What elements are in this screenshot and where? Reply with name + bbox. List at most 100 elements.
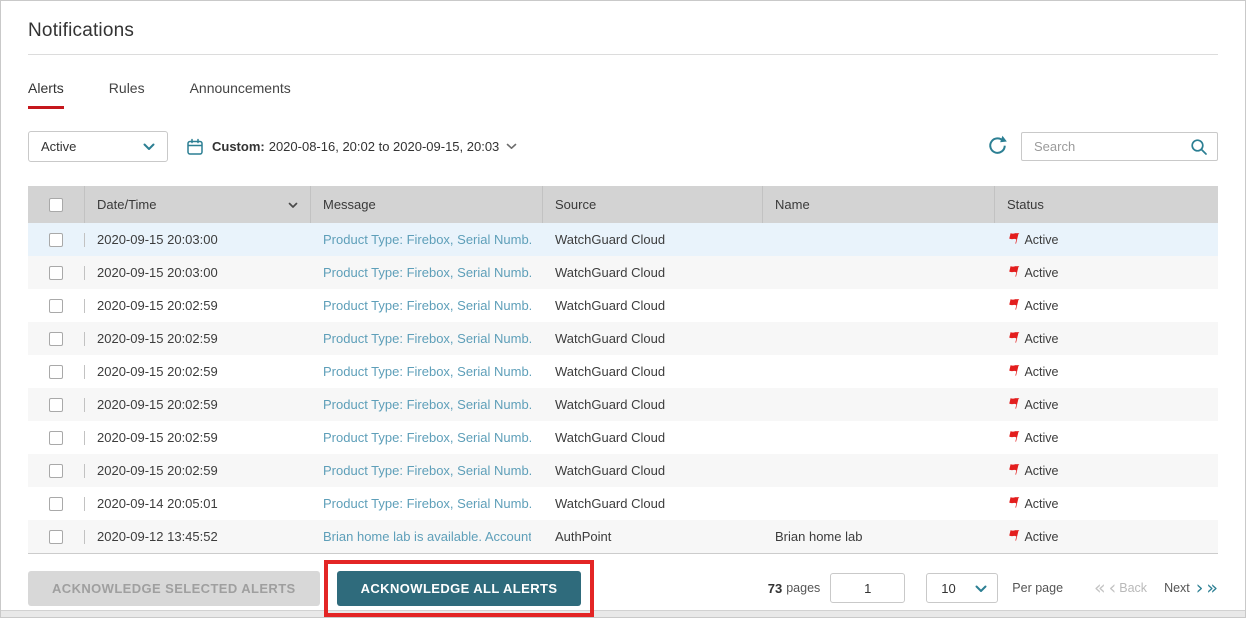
- row-checkbox[interactable]: [49, 431, 63, 445]
- row-message-link[interactable]: Brian home lab is available. Account...: [323, 529, 531, 544]
- row-message-link[interactable]: Product Type: Firebox, Serial Numb...: [323, 265, 531, 280]
- table-row[interactable]: 2020-09-15 20:02:59 Product Type: Firebo…: [28, 388, 1218, 421]
- table-row[interactable]: 2020-09-15 20:03:00 Product Type: Firebo…: [28, 223, 1218, 256]
- table-row[interactable]: 2020-09-15 20:03:00 Product Type: Firebo…: [28, 256, 1218, 289]
- column-header-source[interactable]: Source: [543, 186, 763, 223]
- table-row[interactable]: 2020-09-12 13:45:52 Brian home lab is av…: [28, 520, 1218, 553]
- footer-bar: ACKNOWLEDGE SELECTED ALERTS ACKNOWLEDGE …: [28, 564, 1218, 612]
- flag-icon: ⚑: [1005, 266, 1022, 280]
- row-status: Active: [1024, 233, 1058, 247]
- pager-nav: « ‹ Back Next › »: [1080, 579, 1218, 598]
- row-status-cell: ⚑ Active: [995, 398, 1218, 412]
- row-datetime: 2020-09-15 20:03:00: [85, 265, 311, 280]
- table-row[interactable]: 2020-09-15 20:02:59 Product Type: Firebo…: [28, 322, 1218, 355]
- acknowledge-all-button[interactable]: ACKNOWLEDGE ALL ALERTS: [337, 571, 582, 606]
- row-checkbox[interactable]: [49, 332, 63, 346]
- row-checkbox-cell: [28, 299, 85, 313]
- select-all-checkbox[interactable]: [49, 198, 63, 212]
- current-page-input[interactable]: [830, 573, 905, 603]
- row-source: WatchGuard Cloud: [543, 397, 763, 412]
- flag-icon: ⚑: [1005, 530, 1022, 544]
- refresh-icon: [987, 135, 1008, 159]
- row-datetime: 2020-09-15 20:02:59: [85, 463, 311, 478]
- table-row[interactable]: 2020-09-15 20:02:59 Product Type: Firebo…: [28, 355, 1218, 388]
- tab-bar: Alerts Rules Announcements: [28, 80, 1218, 109]
- row-message-link[interactable]: Product Type: Firebox, Serial Numb...: [323, 397, 531, 412]
- row-checkbox-cell: [28, 398, 85, 412]
- column-header-name[interactable]: Name: [763, 186, 995, 223]
- row-checkbox[interactable]: [49, 464, 63, 478]
- flag-icon: ⚑: [1005, 299, 1022, 313]
- sort-chevron-icon: [288, 197, 298, 212]
- date-range-filter[interactable]: Custom: 2020-08-16, 20:02 to 2020-09-15,…: [186, 138, 517, 156]
- search-input[interactable]: [1022, 139, 1182, 154]
- row-message-link[interactable]: Product Type: Firebox, Serial Numb...: [323, 364, 531, 379]
- row-checkbox[interactable]: [49, 266, 63, 280]
- column-header-datetime[interactable]: Date/Time: [85, 186, 311, 223]
- row-status-cell: ⚑ Active: [995, 497, 1218, 511]
- next-button[interactable]: Next: [1164, 581, 1190, 595]
- row-checkbox[interactable]: [49, 398, 63, 412]
- date-range-value: 2020-08-16, 20:02 to 2020-09-15, 20:03: [269, 139, 500, 154]
- row-datetime: 2020-09-15 20:03:00: [85, 232, 311, 247]
- column-header-status[interactable]: Status: [995, 186, 1218, 223]
- tab-alerts[interactable]: Alerts: [28, 80, 64, 109]
- flag-icon: ⚑: [1005, 497, 1022, 511]
- refresh-button[interactable]: [987, 135, 1008, 159]
- row-checkbox[interactable]: [49, 365, 63, 379]
- calendar-icon: [186, 138, 204, 156]
- next-page-icon[interactable]: ›: [1196, 579, 1204, 598]
- row-source: WatchGuard Cloud: [543, 331, 763, 346]
- status-filter-dropdown[interactable]: Active: [28, 131, 168, 162]
- row-status: Active: [1024, 365, 1058, 379]
- table-row[interactable]: 2020-09-14 20:05:01 Product Type: Firebo…: [28, 487, 1218, 520]
- per-page-dropdown[interactable]: 10: [926, 573, 998, 603]
- row-checkbox-cell: [28, 233, 85, 247]
- previous-page-icon[interactable]: ‹: [1109, 579, 1117, 598]
- pages-count-label: pages: [786, 581, 820, 595]
- search-icon[interactable]: [1190, 138, 1208, 161]
- table-row[interactable]: 2020-09-15 20:02:59 Product Type: Firebo…: [28, 454, 1218, 487]
- row-message-link[interactable]: Product Type: Firebox, Serial Numb...: [323, 232, 531, 247]
- row-checkbox[interactable]: [49, 299, 63, 313]
- row-checkbox[interactable]: [49, 497, 63, 511]
- column-header-label: Date/Time: [97, 197, 156, 212]
- column-header-message[interactable]: Message: [311, 186, 543, 223]
- red-highlight-annotation: ACKNOWLEDGE ALL ALERTS: [324, 560, 595, 617]
- row-status: Active: [1024, 431, 1058, 445]
- row-checkbox[interactable]: [49, 530, 63, 544]
- per-page-value: 10: [941, 581, 955, 596]
- row-datetime: 2020-09-15 20:02:59: [85, 430, 311, 445]
- page-bottom-band: [1, 610, 1245, 617]
- row-checkbox-cell: [28, 530, 85, 544]
- row-status: Active: [1024, 530, 1058, 544]
- row-message-link[interactable]: Product Type: Firebox, Serial Numb...: [323, 496, 531, 511]
- row-message-link[interactable]: Product Type: Firebox, Serial Numb...: [323, 331, 531, 346]
- chevron-down-icon: [975, 581, 987, 596]
- row-source: WatchGuard Cloud: [543, 265, 763, 280]
- row-message-link[interactable]: Product Type: Firebox, Serial Numb...: [323, 430, 531, 445]
- table-row[interactable]: 2020-09-15 20:02:59 Product Type: Firebo…: [28, 289, 1218, 322]
- row-checkbox-cell: [28, 464, 85, 478]
- row-datetime: 2020-09-14 20:05:01: [85, 496, 311, 511]
- row-checkbox-cell: [28, 497, 85, 511]
- back-button[interactable]: Back: [1119, 581, 1147, 595]
- row-checkbox-cell: [28, 266, 85, 280]
- row-status: Active: [1024, 497, 1058, 511]
- row-source: WatchGuard Cloud: [543, 298, 763, 313]
- row-status-cell: ⚑ Active: [995, 266, 1218, 280]
- row-message-link[interactable]: Product Type: Firebox, Serial Numb...: [323, 298, 531, 313]
- row-status: Active: [1024, 332, 1058, 346]
- table-row[interactable]: 2020-09-15 20:02:59 Product Type: Firebo…: [28, 421, 1218, 454]
- alerts-table: Date/Time Message Source Name Status 202…: [28, 186, 1218, 554]
- row-checkbox[interactable]: [49, 233, 63, 247]
- flag-icon: ⚑: [1005, 365, 1022, 379]
- first-page-icon[interactable]: «: [1094, 579, 1106, 598]
- acknowledge-selected-button[interactable]: ACKNOWLEDGE SELECTED ALERTS: [28, 571, 320, 606]
- row-status: Active: [1024, 464, 1058, 478]
- row-message-link[interactable]: Product Type: Firebox, Serial Numb...: [323, 463, 531, 478]
- tab-rules[interactable]: Rules: [109, 80, 145, 109]
- row-source: WatchGuard Cloud: [543, 232, 763, 247]
- tab-announcements[interactable]: Announcements: [190, 80, 291, 109]
- last-page-icon[interactable]: »: [1206, 579, 1218, 598]
